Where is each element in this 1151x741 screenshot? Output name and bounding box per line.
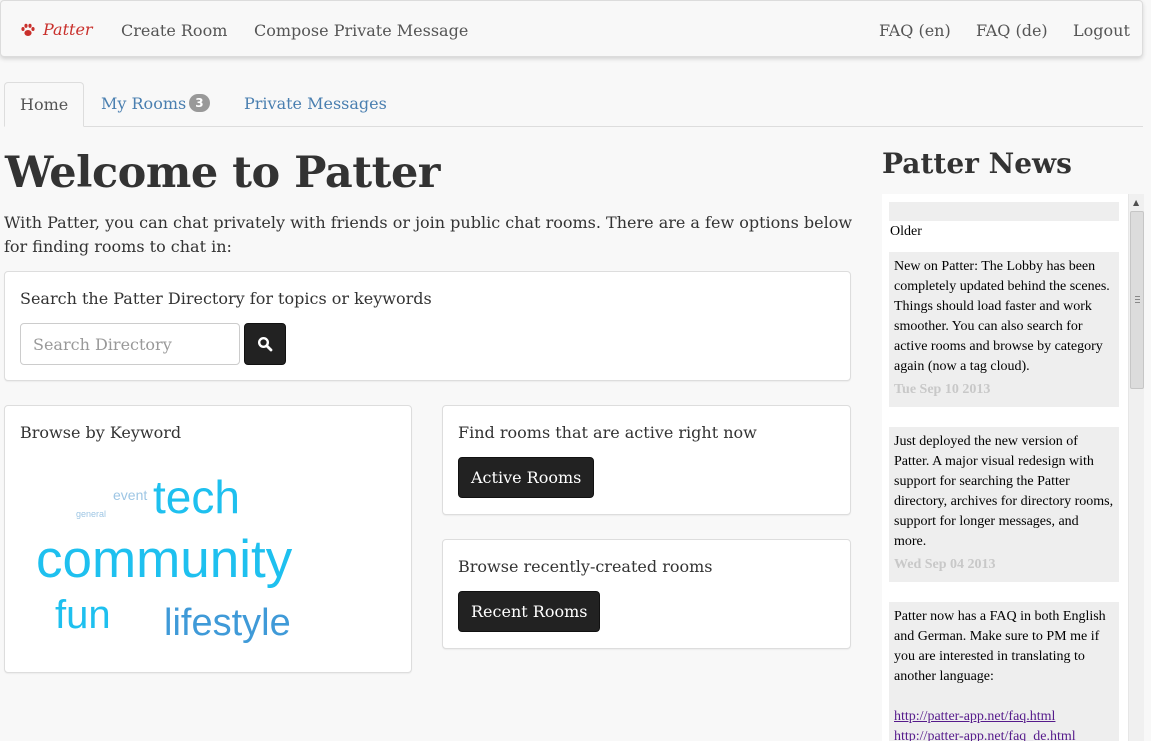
tab-home-label: Home bbox=[20, 95, 69, 114]
nav-create-room-link[interactable]: Create Room bbox=[121, 21, 227, 40]
nav-faq-en-link[interactable]: FAQ (en) bbox=[879, 21, 951, 40]
scroll-grip-icon bbox=[1135, 296, 1140, 303]
keyword-panel: Browse by Keyword event tech general com… bbox=[4, 405, 412, 673]
tag-lifestyle[interactable]: lifestyle bbox=[164, 602, 291, 645]
recent-rooms-button[interactable]: Recent Rooms bbox=[458, 591, 601, 632]
keyword-panel-label: Browse by Keyword bbox=[20, 423, 182, 442]
recent-rooms-panel: Browse recently-created rooms Recent Roo… bbox=[442, 539, 851, 649]
news-scrollbar[interactable]: ▲ bbox=[1128, 194, 1144, 741]
tab-my-rooms[interactable]: My Rooms 3 bbox=[86, 82, 225, 127]
nav-faq-de-link[interactable]: FAQ (de) bbox=[976, 21, 1048, 40]
news-item-text: Patter now has a FAQ in both English and… bbox=[894, 609, 1106, 684]
news-top-bar bbox=[889, 202, 1119, 221]
intro-text: With Patter, you can chat privately with… bbox=[4, 213, 853, 256]
news-item: Patter now has a FAQ in both English and… bbox=[889, 602, 1119, 741]
tag-fun[interactable]: fun bbox=[55, 593, 111, 638]
search-icon bbox=[257, 336, 273, 352]
top-navbar: Patter Create Room Compose Private Messa… bbox=[0, 0, 1143, 57]
faq-de-news-link[interactable]: http://patter-app.net/faq_de.html bbox=[894, 727, 1114, 741]
paw-icon bbox=[21, 23, 35, 36]
brand-name: Patter bbox=[43, 20, 93, 39]
faq-en-news-link[interactable]: http://patter-app.net/faq.html bbox=[894, 707, 1114, 727]
news-content: Older New on Patter: The Lobby has been … bbox=[882, 194, 1128, 741]
my-rooms-count-badge: 3 bbox=[189, 94, 210, 112]
search-directory-input[interactable] bbox=[20, 323, 240, 365]
search-panel: Search the Patter Directory for topics o… bbox=[4, 271, 851, 381]
news-item-text: New on Patter: The Lobby has been comple… bbox=[894, 259, 1110, 374]
tag-event[interactable]: event bbox=[113, 487, 147, 503]
tab-my-rooms-label: My Rooms bbox=[101, 94, 187, 113]
nav-compose-pm-link[interactable]: Compose Private Message bbox=[254, 21, 468, 40]
news-item: New on Patter: The Lobby has been comple… bbox=[889, 252, 1119, 407]
scroll-up-arrow-icon[interactable]: ▲ bbox=[1133, 198, 1139, 207]
tab-private-messages[interactable]: Private Messages bbox=[229, 82, 402, 127]
recent-rooms-label: Browse recently-created rooms bbox=[458, 557, 713, 576]
older-label: Older bbox=[890, 224, 922, 239]
tab-home[interactable]: Home bbox=[4, 82, 85, 127]
tag-tech[interactable]: tech bbox=[153, 470, 240, 524]
news-item-text: Just deployed the new version of Patter.… bbox=[894, 434, 1114, 549]
news-title: Patter News bbox=[882, 147, 1072, 180]
brand-logo[interactable]: Patter bbox=[20, 20, 93, 39]
page-title: Welcome to Patter bbox=[5, 148, 440, 198]
news-item: Just deployed the new version of Patter.… bbox=[889, 427, 1119, 582]
news-item-date: Tue Sep 10 2013 bbox=[894, 382, 991, 397]
tag-general[interactable]: general bbox=[76, 509, 106, 519]
nav-logout-link[interactable]: Logout bbox=[1073, 21, 1130, 40]
active-rooms-label: Find rooms that are active right now bbox=[458, 423, 757, 442]
scroll-thumb[interactable] bbox=[1130, 211, 1144, 389]
search-button[interactable] bbox=[244, 323, 286, 365]
tag-community[interactable]: community bbox=[36, 529, 292, 590]
search-panel-label: Search the Patter Directory for topics o… bbox=[20, 289, 432, 308]
news-frame[interactable]: Older New on Patter: The Lobby has been … bbox=[882, 194, 1144, 741]
active-rooms-button[interactable]: Active Rooms bbox=[458, 457, 595, 498]
news-item-date: Wed Sep 04 2013 bbox=[894, 557, 996, 572]
active-rooms-panel: Find rooms that are active right now Act… bbox=[442, 405, 851, 515]
tab-private-messages-label: Private Messages bbox=[244, 94, 387, 113]
